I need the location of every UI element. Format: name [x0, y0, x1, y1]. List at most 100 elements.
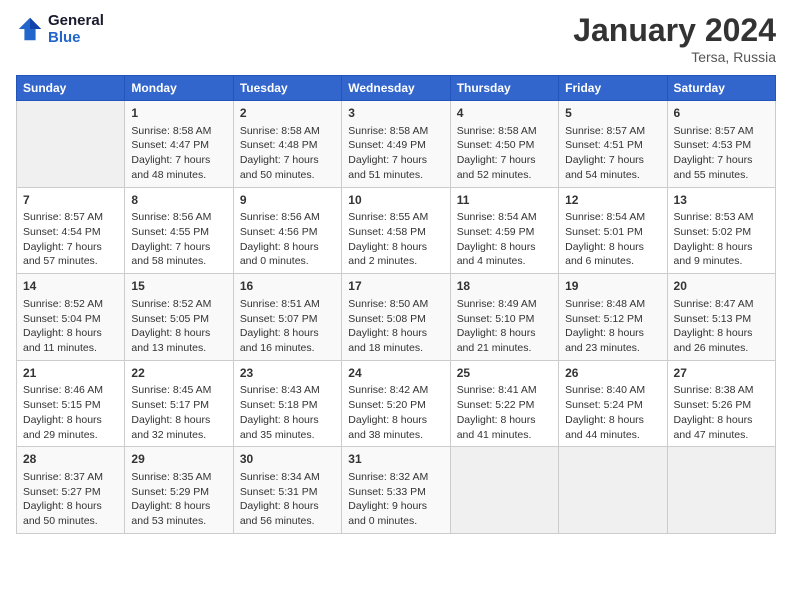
day-cell: 4Sunrise: 8:58 AMSunset: 4:50 PMDaylight… — [450, 101, 558, 188]
day-info-line: Daylight: 8 hours — [565, 326, 660, 341]
day-info-line: Daylight: 8 hours — [240, 326, 335, 341]
day-number: 17 — [348, 278, 443, 295]
day-info-line: Sunset: 5:04 PM — [23, 312, 118, 327]
day-info-line: Sunset: 4:50 PM — [457, 138, 552, 153]
day-cell: 27Sunrise: 8:38 AMSunset: 5:26 PMDayligh… — [667, 360, 775, 447]
day-number: 24 — [348, 365, 443, 382]
day-info-line: Sunset: 4:51 PM — [565, 138, 660, 153]
day-info-line: Sunset: 5:12 PM — [565, 312, 660, 327]
day-info-line: Sunrise: 8:57 AM — [674, 124, 769, 139]
calendar-body: 1Sunrise: 8:58 AMSunset: 4:47 PMDaylight… — [17, 101, 776, 534]
day-info-line: and 48 minutes. — [131, 168, 226, 183]
main-title: January 2024 — [573, 12, 776, 49]
title-block: January 2024 Tersa, Russia — [573, 12, 776, 65]
day-info-line: and 13 minutes. — [131, 341, 226, 356]
day-info-line: and 56 minutes. — [240, 514, 335, 529]
day-number: 1 — [131, 105, 226, 122]
logo-text: General Blue — [48, 12, 104, 46]
day-info-line: Sunrise: 8:48 AM — [565, 297, 660, 312]
day-info-line: Daylight: 8 hours — [674, 240, 769, 255]
day-number: 27 — [674, 365, 769, 382]
day-info-line: Sunrise: 8:53 AM — [674, 210, 769, 225]
day-info-line: and 29 minutes. — [23, 428, 118, 443]
day-number: 3 — [348, 105, 443, 122]
day-info-line: Daylight: 7 hours — [23, 240, 118, 255]
day-info-line: Sunset: 5:02 PM — [674, 225, 769, 240]
day-info-line: and 44 minutes. — [565, 428, 660, 443]
day-cell: 30Sunrise: 8:34 AMSunset: 5:31 PMDayligh… — [233, 447, 341, 534]
day-info-line: and 58 minutes. — [131, 254, 226, 269]
day-number: 31 — [348, 451, 443, 468]
day-info-line: and 0 minutes. — [240, 254, 335, 269]
day-info-line: Sunset: 4:55 PM — [131, 225, 226, 240]
week-row-5: 28Sunrise: 8:37 AMSunset: 5:27 PMDayligh… — [17, 447, 776, 534]
day-info-line: and 35 minutes. — [240, 428, 335, 443]
day-info-line: Daylight: 8 hours — [131, 326, 226, 341]
day-info-line: Sunrise: 8:56 AM — [240, 210, 335, 225]
day-cell: 2Sunrise: 8:58 AMSunset: 4:48 PMDaylight… — [233, 101, 341, 188]
day-cell — [559, 447, 667, 534]
day-info-line: and 0 minutes. — [348, 514, 443, 529]
day-cell: 12Sunrise: 8:54 AMSunset: 5:01 PMDayligh… — [559, 187, 667, 274]
day-number: 11 — [457, 192, 552, 209]
day-info-line: Sunrise: 8:45 AM — [131, 383, 226, 398]
day-cell: 24Sunrise: 8:42 AMSunset: 5:20 PMDayligh… — [342, 360, 450, 447]
day-number: 26 — [565, 365, 660, 382]
day-info-line: Sunset: 5:18 PM — [240, 398, 335, 413]
page-container: General Blue January 2024 Tersa, Russia … — [0, 0, 792, 542]
header-cell-sunday: Sunday — [17, 76, 125, 101]
day-info-line: and 51 minutes. — [348, 168, 443, 183]
day-info-line: Sunset: 5:17 PM — [131, 398, 226, 413]
day-info-line: Sunrise: 8:55 AM — [348, 210, 443, 225]
day-number: 20 — [674, 278, 769, 295]
day-info-line: Sunrise: 8:52 AM — [131, 297, 226, 312]
day-info-line: Sunset: 5:26 PM — [674, 398, 769, 413]
day-info-line: Sunrise: 8:58 AM — [457, 124, 552, 139]
day-cell: 3Sunrise: 8:58 AMSunset: 4:49 PMDaylight… — [342, 101, 450, 188]
day-cell: 17Sunrise: 8:50 AMSunset: 5:08 PMDayligh… — [342, 274, 450, 361]
day-info-line: and 50 minutes. — [240, 168, 335, 183]
day-info-line: Daylight: 8 hours — [240, 413, 335, 428]
day-number: 7 — [23, 192, 118, 209]
day-number: 21 — [23, 365, 118, 382]
day-number: 12 — [565, 192, 660, 209]
day-number: 29 — [131, 451, 226, 468]
day-number: 18 — [457, 278, 552, 295]
day-cell: 18Sunrise: 8:49 AMSunset: 5:10 PMDayligh… — [450, 274, 558, 361]
day-info-line: and 38 minutes. — [348, 428, 443, 443]
day-number: 5 — [565, 105, 660, 122]
day-info-line: and 2 minutes. — [348, 254, 443, 269]
day-info-line: Sunrise: 8:58 AM — [131, 124, 226, 139]
day-info-line: Sunrise: 8:34 AM — [240, 470, 335, 485]
day-cell: 20Sunrise: 8:47 AMSunset: 5:13 PMDayligh… — [667, 274, 775, 361]
day-number: 9 — [240, 192, 335, 209]
day-info-line: Sunset: 5:20 PM — [348, 398, 443, 413]
day-info-line: Sunrise: 8:54 AM — [457, 210, 552, 225]
day-info-line: Daylight: 8 hours — [348, 326, 443, 341]
week-row-3: 14Sunrise: 8:52 AMSunset: 5:04 PMDayligh… — [17, 274, 776, 361]
header-row: SundayMondayTuesdayWednesdayThursdayFrid… — [17, 76, 776, 101]
day-info-line: Daylight: 8 hours — [674, 326, 769, 341]
day-cell: 5Sunrise: 8:57 AMSunset: 4:51 PMDaylight… — [559, 101, 667, 188]
day-cell: 25Sunrise: 8:41 AMSunset: 5:22 PMDayligh… — [450, 360, 558, 447]
day-info-line: Sunrise: 8:51 AM — [240, 297, 335, 312]
day-info-line: Daylight: 9 hours — [348, 499, 443, 514]
day-cell: 9Sunrise: 8:56 AMSunset: 4:56 PMDaylight… — [233, 187, 341, 274]
day-info-line: Sunset: 5:24 PM — [565, 398, 660, 413]
day-number: 23 — [240, 365, 335, 382]
day-info-line: Sunrise: 8:49 AM — [457, 297, 552, 312]
day-info-line: Sunset: 4:48 PM — [240, 138, 335, 153]
header-cell-thursday: Thursday — [450, 76, 558, 101]
day-cell: 8Sunrise: 8:56 AMSunset: 4:55 PMDaylight… — [125, 187, 233, 274]
day-info-line: Daylight: 8 hours — [348, 240, 443, 255]
day-info-line: Sunrise: 8:52 AM — [23, 297, 118, 312]
day-info-line: and 32 minutes. — [131, 428, 226, 443]
day-info-line: Sunset: 5:15 PM — [23, 398, 118, 413]
day-info-line: Sunrise: 8:57 AM — [23, 210, 118, 225]
day-number: 16 — [240, 278, 335, 295]
day-info-line: Daylight: 8 hours — [457, 413, 552, 428]
day-cell: 19Sunrise: 8:48 AMSunset: 5:12 PMDayligh… — [559, 274, 667, 361]
day-info-line: and 57 minutes. — [23, 254, 118, 269]
day-info-line: Sunset: 5:27 PM — [23, 485, 118, 500]
day-info-line: Sunset: 5:07 PM — [240, 312, 335, 327]
